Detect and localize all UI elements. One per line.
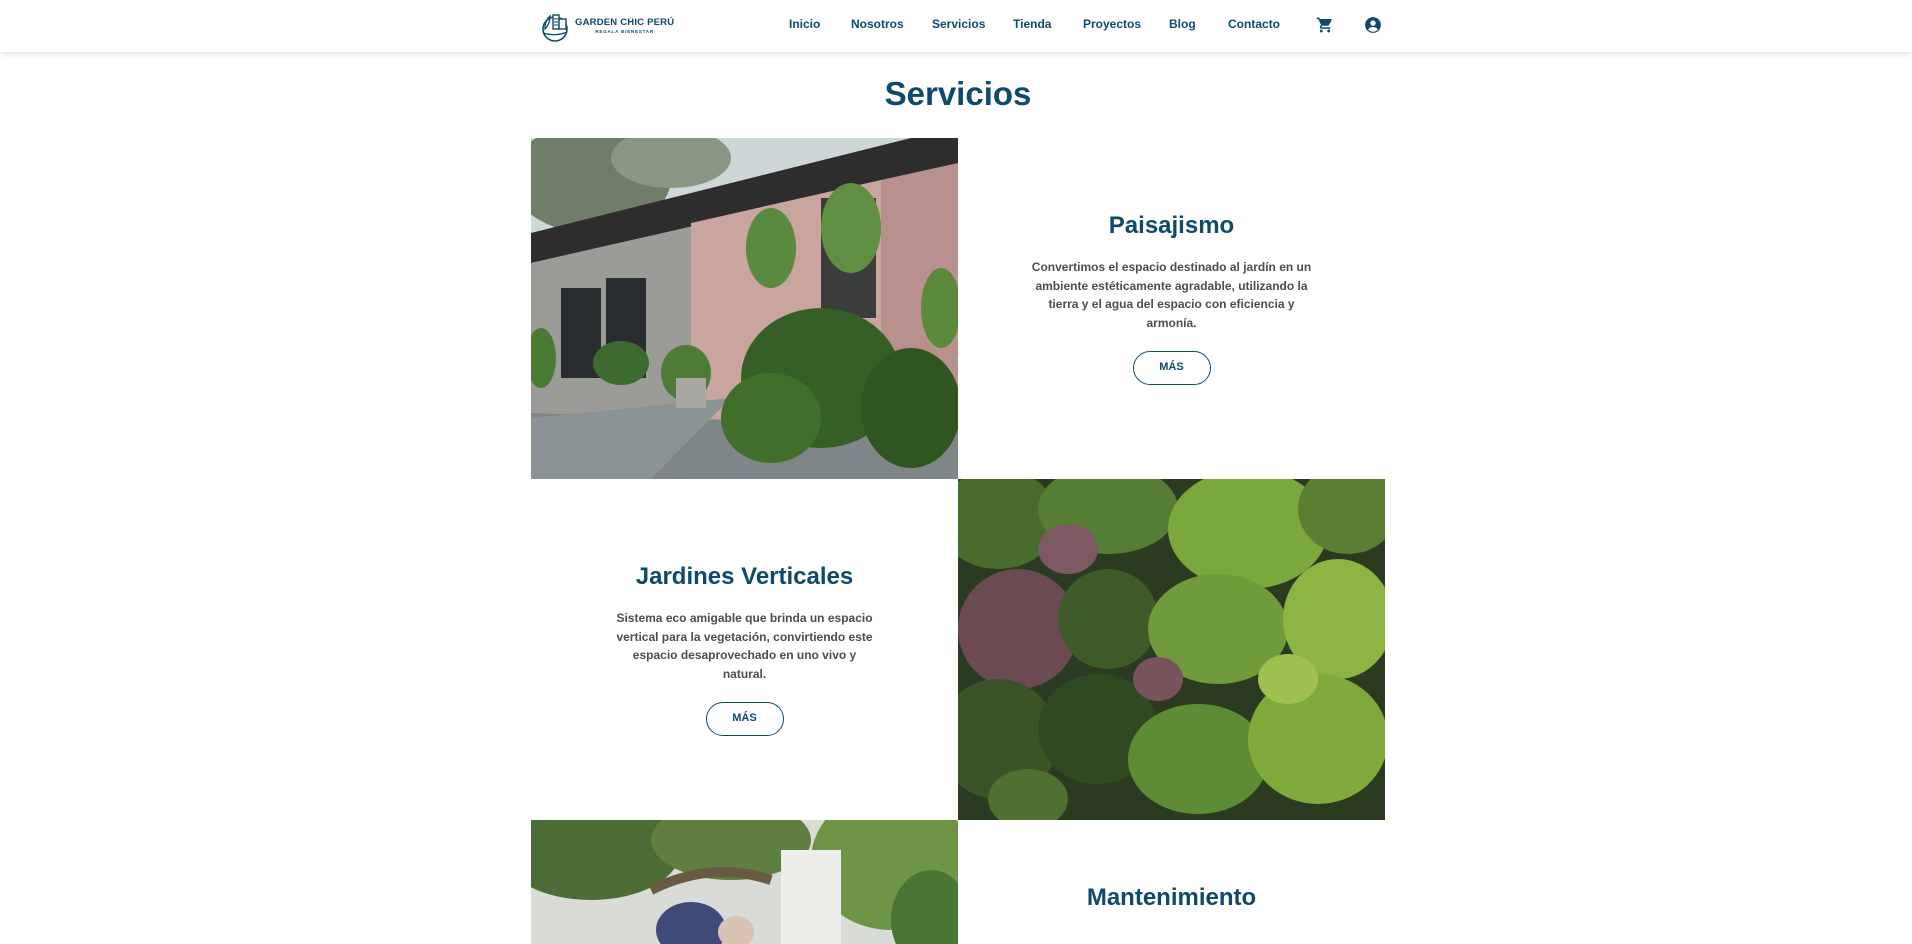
nav-link-nosotros[interactable]: Nosotros [851,17,904,31]
jardines-verticales-image [958,479,1385,820]
service-title: Jardines Verticales [635,563,854,590]
shopping-cart-icon[interactable] [1316,16,1334,34]
nav-link-proyectos[interactable]: Proyectos [1083,17,1141,31]
garden-chic-logo-icon [542,14,568,42]
brand-name: GARDEN CHIC PERÚ [575,17,675,28]
service-description: Sistema eco amigable que brinda un espac… [616,611,873,681]
nav-link-servicios[interactable]: Servicios [932,17,985,31]
service-title: Mantenimiento [1086,884,1257,911]
service-card-paisajismo: Paisajismo Convertimos el espacio destin… [958,212,1385,385]
nav-link-contacto[interactable]: Contacto [1228,17,1280,31]
service-description: Convertimos el espacio destinado al jard… [1031,260,1312,330]
nav-link-inicio[interactable]: Inicio [789,17,820,31]
brand-logo[interactable]: GARDEN CHIC PERÚ REGALA BIENESTAR [540,8,674,44]
service-card-mantenimiento: Mantenimiento [958,884,1385,912]
page-title: Servicios [884,75,1032,112]
jardines-verticales-more-button[interactable]: MÁS [705,702,784,736]
site-header: GARDEN CHIC PERÚ REGALA BIENESTAR Inicio… [0,0,1912,52]
brand-tagline: REGALA BIENESTAR [595,28,654,34]
nav-link-blog[interactable]: Blog [1169,17,1196,31]
mantenimiento-image [531,820,958,944]
user-account-icon[interactable] [1364,16,1382,34]
paisajismo-image [531,138,958,479]
service-card-jardines-verticales: Jardines Verticales Sistema eco amigable… [531,563,958,736]
nav-link-tienda[interactable]: Tienda [1013,17,1051,31]
paisajismo-more-button[interactable]: MÁS [1132,351,1211,385]
service-title: Paisajismo [1108,212,1235,239]
